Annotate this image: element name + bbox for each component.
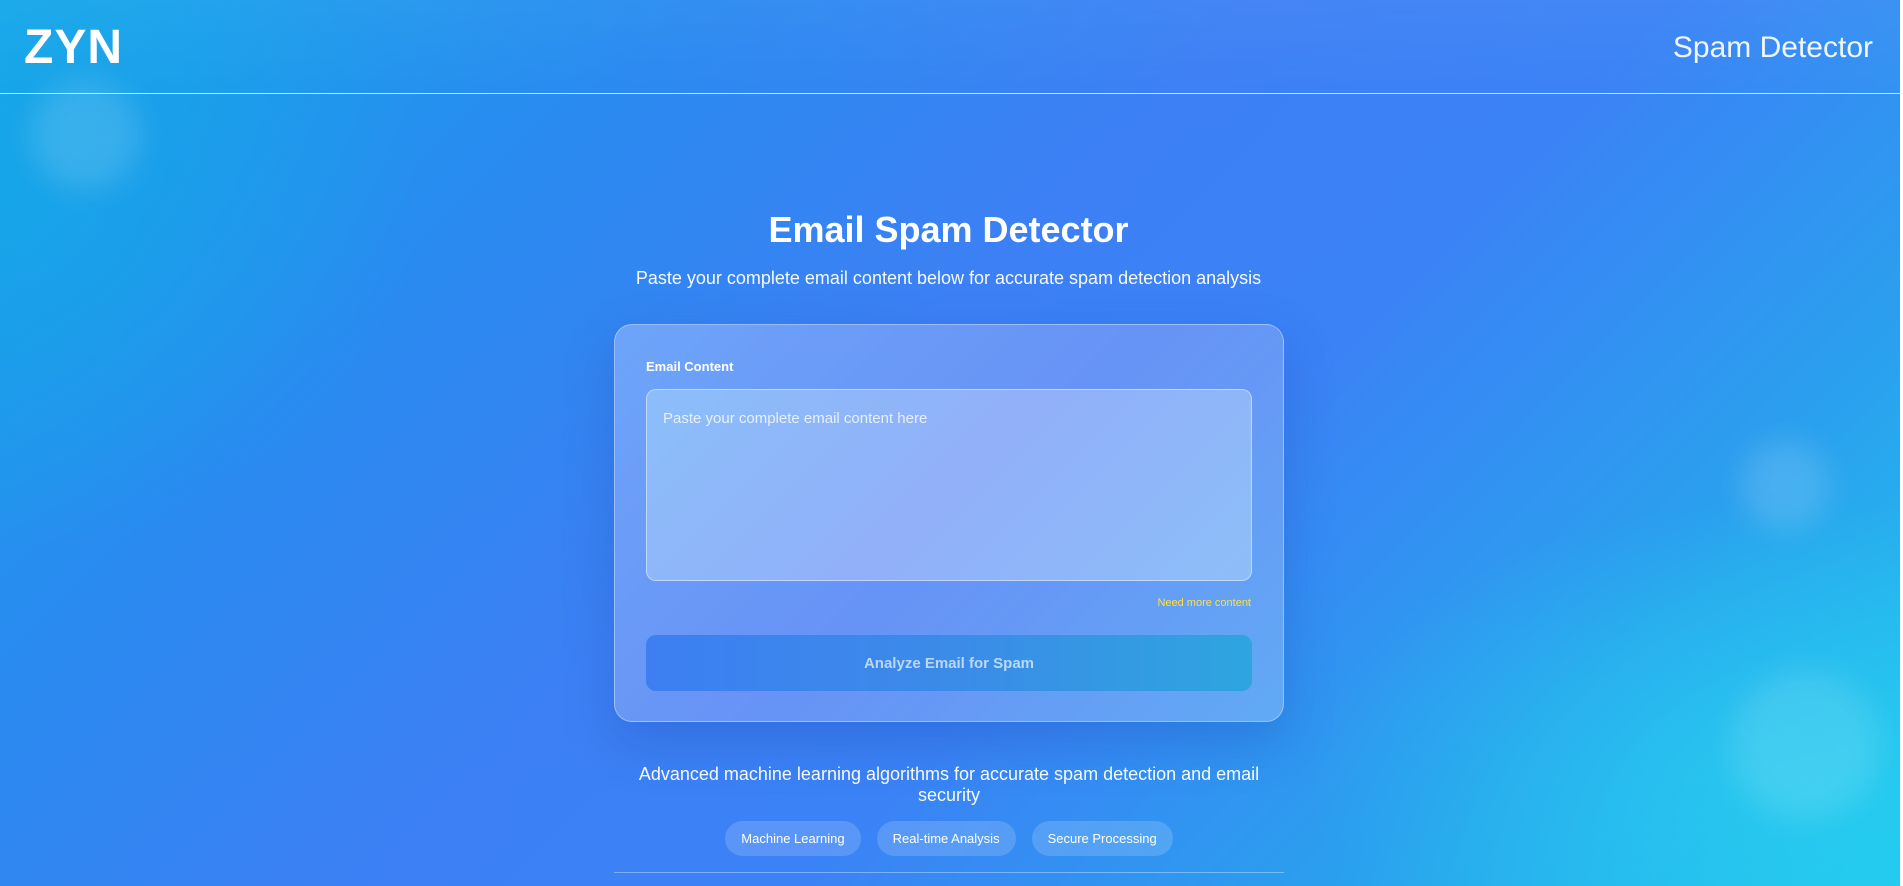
background-glow <box>1730 670 1880 820</box>
product-name: Spam Detector <box>1672 31 1873 64</box>
feature-chips: Machine Learning Real-time Analysis Secu… <box>614 821 1284 856</box>
email-content-input[interactable] <box>646 389 1252 581</box>
feature-chip-secure-processing: Secure Processing <box>1031 821 1173 856</box>
top-header: ZYN Spam Detector <box>0 0 1903 94</box>
page-subtitle: Paste your complete email content below … <box>635 268 1262 288</box>
validation-message: Need more content <box>1157 597 1251 609</box>
footer-divider <box>614 872 1284 873</box>
footer-tagline: Advanced machine learning algorithms for… <box>638 764 1260 805</box>
background-glow <box>1740 440 1830 530</box>
page-title: Email Spam Detector <box>768 209 1129 250</box>
analyze-email-button[interactable]: Analyze Email for Spam <box>646 635 1252 691</box>
feature-chip-machine-learning: Machine Learning <box>725 821 861 856</box>
feature-chip-real-time-analysis: Real-time Analysis <box>876 821 1016 856</box>
background-glow <box>30 80 140 190</box>
logo[interactable]: ZYN <box>24 20 123 76</box>
email-form-card: Email Content Need more content Analyze … <box>614 324 1284 722</box>
email-content-label: Email Content <box>646 359 734 374</box>
